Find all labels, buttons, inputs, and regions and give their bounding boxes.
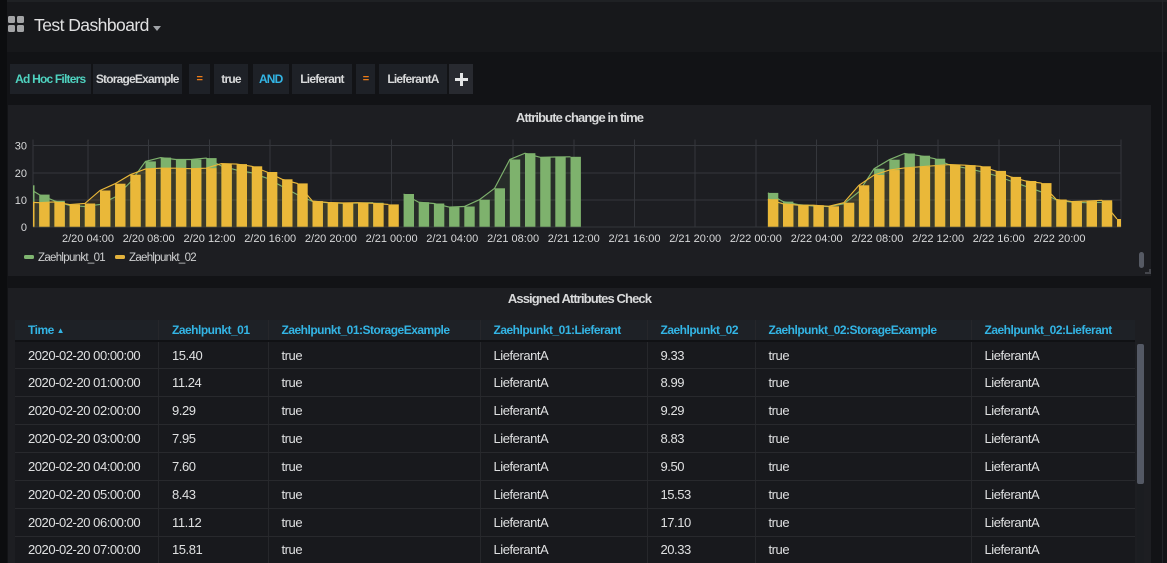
svg-text:30: 30 xyxy=(15,141,27,153)
svg-text:2/20 08:00: 2/20 08:00 xyxy=(123,233,175,245)
svg-text:2/21 16:00: 2/21 16:00 xyxy=(609,233,661,245)
svg-text:2/22 04:00: 2/22 04:00 xyxy=(791,233,843,245)
svg-text:10: 10 xyxy=(15,195,27,207)
svg-text:2/22 08:00: 2/22 08:00 xyxy=(851,233,903,245)
svg-text:0: 0 xyxy=(21,222,27,234)
svg-text:2/20 04:00: 2/20 04:00 xyxy=(62,233,114,245)
svg-text:2/22 16:00: 2/22 16:00 xyxy=(973,233,1025,245)
svg-text:2/22 20:00: 2/22 20:00 xyxy=(1034,233,1086,245)
svg-text:2/20 16:00: 2/20 16:00 xyxy=(244,233,296,245)
svg-text:2/21 20:00: 2/21 20:00 xyxy=(669,233,721,245)
svg-text:2/21 12:00: 2/21 12:00 xyxy=(548,233,600,245)
svg-text:2/22 12:00: 2/22 12:00 xyxy=(912,233,964,245)
svg-text:2/21 04:00: 2/21 04:00 xyxy=(426,233,478,245)
svg-text:2/22 00:00: 2/22 00:00 xyxy=(730,233,782,245)
svg-text:2/20 20:00: 2/20 20:00 xyxy=(305,233,357,245)
svg-text:2/20 12:00: 2/20 12:00 xyxy=(184,233,236,245)
svg-text:2/21 08:00: 2/21 08:00 xyxy=(487,233,539,245)
svg-text:20: 20 xyxy=(15,168,27,180)
svg-text:2/21 00:00: 2/21 00:00 xyxy=(366,233,418,245)
